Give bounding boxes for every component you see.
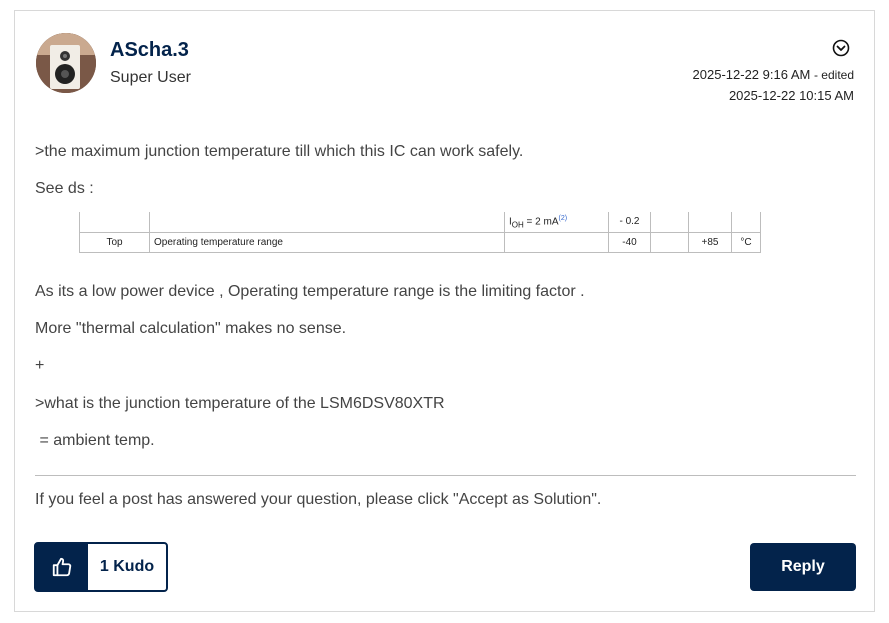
thumbs-up-icon[interactable]: [36, 544, 88, 590]
table-cell-max: [688, 212, 732, 233]
table-cell-parameter: [149, 212, 505, 233]
reply-button[interactable]: Reply: [750, 543, 856, 591]
table-cell-min: - 0.2: [608, 212, 651, 233]
body-text-thermal: More "thermal calculation" makes no sens…: [35, 320, 347, 337]
body-text-see-ds: See ds :: [35, 180, 94, 197]
table-cell-symbol: Top: [79, 231, 150, 253]
body-text-ambient: = ambient temp.: [35, 432, 155, 449]
edited-label[interactable]: - edited: [814, 68, 854, 82]
body-text-plus: +: [35, 357, 45, 374]
table-cell-symbol: [79, 212, 150, 233]
table-cell-typ: [650, 231, 689, 253]
user-avatar[interactable]: [36, 33, 96, 93]
body-text-low-power: As its a low power device , Operating te…: [35, 283, 585, 300]
table-row: Top Operating temperature range -40 +85 …: [79, 231, 761, 253]
quote-text-2: >what is the junction temperature of the…: [35, 395, 445, 412]
author-name[interactable]: AScha.3: [110, 39, 189, 62]
table-cell-max: +85: [688, 231, 732, 253]
kudo-count-label[interactable]: 1 Kudo: [88, 544, 166, 590]
table-cell-parameter: Operating temperature range: [149, 231, 505, 253]
post-options-chevron-icon[interactable]: [832, 39, 850, 57]
table-cell-condition: [504, 231, 609, 253]
table-cell-unit: [731, 212, 761, 233]
forum-post-card: AScha.3 Super User 2025-12-22 9:16 AM - …: [14, 10, 875, 612]
edited-date: 2025-12-22 10:15 AM: [728, 88, 854, 103]
condition-ref: (2): [558, 214, 568, 222]
signature-text: If you feel a post has answered your que…: [35, 491, 602, 508]
signature-divider: [35, 475, 856, 476]
datasheet-excerpt-table: IOH = 2 mA(2) - 0.2 Top Operating temper…: [79, 212, 761, 253]
table-row: IOH = 2 mA(2) - 0.2: [79, 212, 761, 233]
post-date-line: 2025-12-22 9:16 AM - edited: [693, 67, 854, 82]
post-date: 2025-12-22 9:16 AM: [692, 67, 811, 82]
table-cell-condition: IOH = 2 mA(2): [504, 212, 609, 233]
table-cell-unit: °C: [731, 231, 761, 253]
condition-sub: OH: [511, 219, 524, 229]
user-rank: Super User: [110, 69, 191, 86]
kudo-button[interactable]: 1 Kudo: [34, 542, 168, 592]
table-cell-min: -40: [608, 231, 651, 253]
table-cell-typ: [650, 212, 689, 233]
condition-rest: = 2 mA: [523, 215, 559, 227]
avatar-speaker-image: [36, 33, 96, 93]
quote-text-1: >the maximum junction temperature till w…: [35, 143, 524, 160]
